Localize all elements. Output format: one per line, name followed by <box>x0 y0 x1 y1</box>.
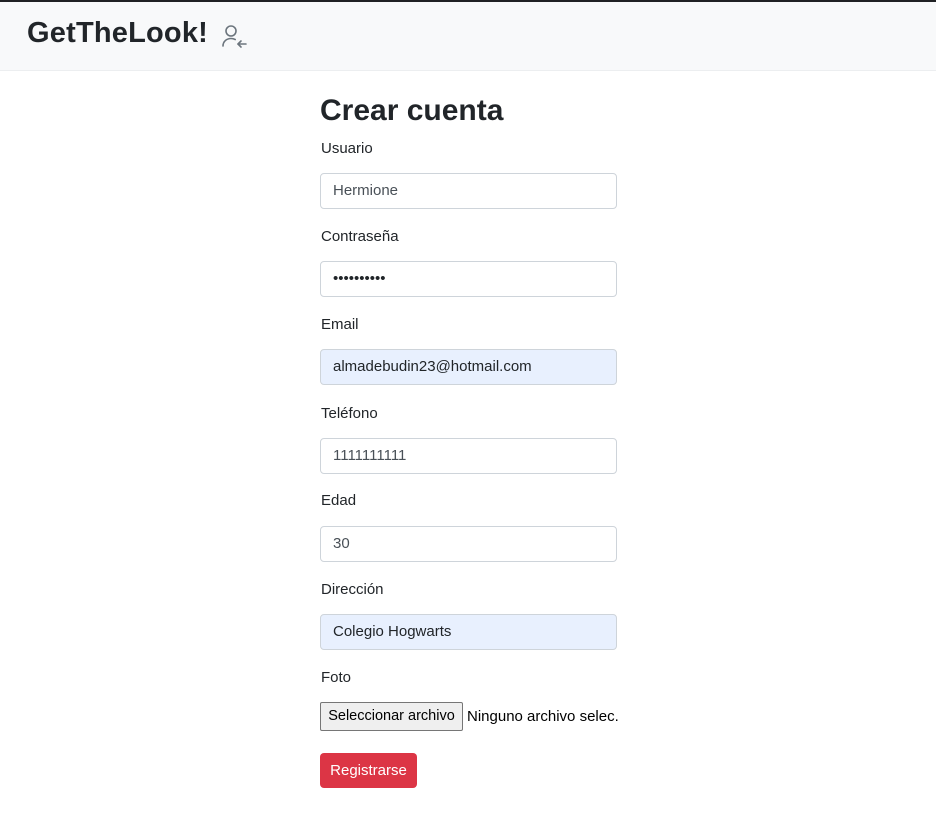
direccion-input[interactable]: Colegio Hogwarts <box>320 614 617 650</box>
contrasena-label: Contraseña <box>321 228 399 245</box>
user-arrow-left-icon[interactable] <box>220 22 250 52</box>
usuario-label: Usuario <box>321 140 373 157</box>
telefono-label: Teléfono <box>321 405 378 422</box>
usuario-input[interactable]: Hermione <box>320 173 617 209</box>
navbar: GetTheLook! <box>0 2 936 71</box>
edad-label: Edad <box>321 492 357 509</box>
foto-label: Foto <box>321 669 352 686</box>
email-label: Email <box>321 316 359 333</box>
contrasena-input[interactable]: •••••••••• <box>320 261 617 297</box>
direccion-label: Dirección <box>321 581 384 598</box>
edad-input[interactable]: 30 <box>320 526 617 562</box>
page-title: Crear cuenta <box>320 94 504 127</box>
choose-file-button[interactable]: Seleccionar archivo <box>320 702 463 731</box>
register-button[interactable]: Registrarse <box>320 753 417 788</box>
email-input[interactable]: almadebudin23@hotmail.com <box>320 349 617 385</box>
file-status-text: Ninguno archivo selec. <box>467 708 619 725</box>
telefono-input[interactable]: 1111111111 <box>320 438 617 474</box>
brand-logo-link[interactable]: GetTheLook! <box>27 16 208 50</box>
